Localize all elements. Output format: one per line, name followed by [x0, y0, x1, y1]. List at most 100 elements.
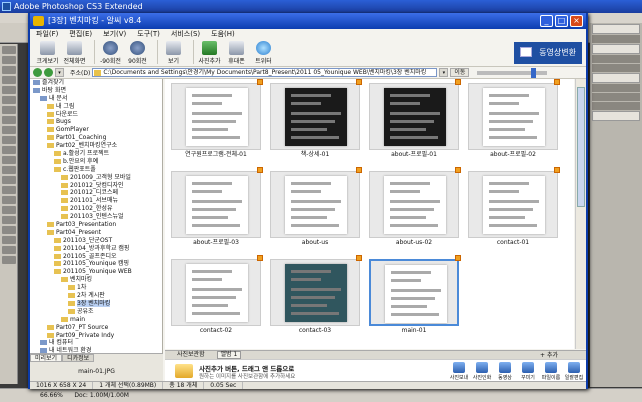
tree-item[interactable]: 3장 벤치마킹: [30, 299, 162, 308]
menu-item-5[interactable]: 도움(H): [211, 29, 235, 40]
path-tool-icon[interactable]: [2, 206, 16, 214]
thumbnail-size-slider[interactable]: [477, 67, 548, 78]
vertical-scrollbar[interactable]: [575, 79, 586, 349]
pen-tool-icon[interactable]: [2, 186, 16, 194]
tab-album[interactable]: 앨범 1: [216, 351, 242, 359]
blur-tool-icon[interactable]: [2, 166, 16, 174]
gradient-tool-icon[interactable]: [2, 156, 16, 164]
thumbnail-image[interactable]: [468, 171, 558, 238]
tree-item[interactable]: 201103_인텐스뉴얼: [30, 213, 162, 221]
wand-tool-icon[interactable]: [2, 76, 16, 84]
address-input[interactable]: C:\Documents and Settings\안경기\My Documen…: [92, 68, 438, 77]
panel-tab[interactable]: [592, 111, 640, 121]
tree-item[interactable]: 벤치마킹: [30, 276, 162, 284]
thumbnail-item[interactable]: about-프로필-01: [369, 79, 461, 162]
menu-item-2[interactable]: 보기(V): [103, 29, 126, 40]
thumbnail-item[interactable]: contact-02: [171, 255, 263, 338]
tree-item[interactable]: Part07_PT Source: [30, 324, 162, 332]
tree-item[interactable]: b.안요의 후예: [30, 158, 162, 166]
panel-tab[interactable]: [592, 73, 640, 83]
heal-tool-icon[interactable]: [2, 106, 16, 114]
thumbnail-item[interactable]: contact-03: [270, 255, 362, 338]
tree-item[interactable]: 즐겨찾기: [30, 79, 162, 87]
tree-item[interactable]: Part03_Presentation: [30, 221, 162, 229]
back-icon[interactable]: [33, 68, 42, 77]
tree-item[interactable]: c.웹판포트폴: [30, 166, 162, 174]
address-dropdown[interactable]: ▾: [439, 68, 449, 77]
tree-item[interactable]: 바탕 화면: [30, 87, 162, 95]
thumbnail-image[interactable]: [369, 83, 459, 150]
fullscreen-button[interactable]: 전체화면: [63, 40, 86, 65]
phone-button[interactable]: 휴대폰: [225, 40, 248, 65]
close-button[interactable]: ×: [570, 15, 583, 27]
shape-tool-icon[interactable]: [2, 216, 16, 224]
tree-item[interactable]: GomPlayer: [30, 126, 162, 134]
menu-item-4[interactable]: 서비스(S): [171, 29, 200, 40]
thumbnail-image[interactable]: [270, 83, 360, 150]
menu-item-3[interactable]: 도구(T): [137, 29, 160, 40]
rotate-left-button[interactable]: -90회전: [99, 40, 122, 65]
thumbnail-item[interactable]: about-프로필-02: [468, 79, 560, 162]
tree-item[interactable]: main: [30, 316, 162, 324]
tree-item[interactable]: Part02_벤치마킹연구소: [30, 142, 162, 150]
view-large-button[interactable]: 크게보기: [36, 40, 59, 65]
tree-item[interactable]: 2차 계시판: [30, 292, 162, 300]
tree-item[interactable]: 공유조: [30, 308, 162, 316]
dodge-tool-icon[interactable]: [2, 176, 16, 184]
tree-item[interactable]: Part04_Present: [30, 229, 162, 237]
tree-item[interactable]: 201105_Younique WEB: [30, 268, 162, 276]
type-tool-icon[interactable]: [2, 196, 16, 204]
thumbnail-image[interactable]: [270, 171, 360, 238]
tab-photo-box[interactable]: 사진보관함: [177, 351, 205, 358]
thumbnail-item[interactable]: main-01: [369, 255, 461, 338]
tree-item[interactable]: 내 그림: [30, 103, 162, 111]
add-photo-button[interactable]: 사진추가: [198, 40, 221, 65]
tree-item[interactable]: 1차: [30, 284, 162, 292]
tree-item[interactable]: 내 문서: [30, 95, 162, 103]
panel-tab[interactable]: [592, 44, 640, 54]
tab-preview[interactable]: 미리보기: [30, 354, 63, 362]
menu-item-1[interactable]: 편집(E): [69, 29, 92, 40]
thumbnail-image[interactable]: [369, 171, 459, 238]
thumbnail-item[interactable]: about-us-02: [369, 167, 461, 250]
thumbnail-image[interactable]: [171, 171, 261, 238]
zoom-tool-icon[interactable]: [2, 256, 16, 264]
thumbnail-item[interactable]: 연구원프로그램-전체-01: [171, 79, 263, 162]
hand-tool-icon[interactable]: [2, 246, 16, 254]
tree-item[interactable]: a.활성기 프로젝트: [30, 150, 162, 158]
view-button[interactable]: 보기: [162, 40, 185, 65]
tree-item[interactable]: Bugs: [30, 118, 162, 126]
rotate-right-button[interactable]: 90회전: [126, 40, 149, 65]
marquee-tool-icon[interactable]: [2, 56, 16, 64]
scroll-thumb[interactable]: [577, 87, 585, 207]
menu-item-0[interactable]: 파일(F): [36, 29, 58, 40]
converter-banner[interactable]: 동영상변환: [514, 42, 582, 64]
thumbnail-item[interactable]: 책-상세-01: [270, 79, 362, 162]
window-title-bar[interactable]: [3장] 벤치마킹 - 알씨 v8.4 _ □ ×: [30, 13, 586, 29]
eraser-tool-icon[interactable]: [2, 146, 16, 154]
maximize-button[interactable]: □: [555, 15, 568, 27]
minimize-button[interactable]: _: [540, 15, 553, 27]
thumbnail-image[interactable]: [369, 259, 459, 326]
twitter-button[interactable]: 트위터: [252, 40, 275, 65]
tree-item[interactable]: 201105_Younique 캠핑: [30, 260, 162, 268]
history-brush-tool-icon[interactable]: [2, 136, 16, 144]
crop-tool-icon[interactable]: [2, 86, 16, 94]
go-button[interactable]: 이동: [450, 68, 470, 77]
tree-item[interactable]: 다운로드: [30, 111, 162, 119]
history-dropdown[interactable]: ▾: [55, 68, 64, 77]
notes-tool-icon[interactable]: [2, 226, 16, 234]
forward-icon[interactable]: [44, 68, 53, 77]
brush-tool-icon[interactable]: [2, 116, 16, 124]
thumbnail-image[interactable]: [270, 259, 360, 326]
thumbnail-image[interactable]: [171, 259, 261, 326]
thumbnail-item[interactable]: about-us: [270, 167, 362, 250]
tree-item[interactable]: 201009_고객형 모바일: [30, 174, 162, 182]
tab-camera-info[interactable]: 디카정보: [62, 354, 95, 362]
thumbnail-image[interactable]: [468, 83, 558, 150]
slider-thumb[interactable]: [531, 67, 537, 78]
stamp-tool-icon[interactable]: [2, 126, 16, 134]
thumbnail-item[interactable]: contact-01: [468, 167, 560, 250]
tree-item[interactable]: 201104_방과후학교 캠핑: [30, 245, 162, 253]
lasso-tool-icon[interactable]: [2, 66, 16, 74]
